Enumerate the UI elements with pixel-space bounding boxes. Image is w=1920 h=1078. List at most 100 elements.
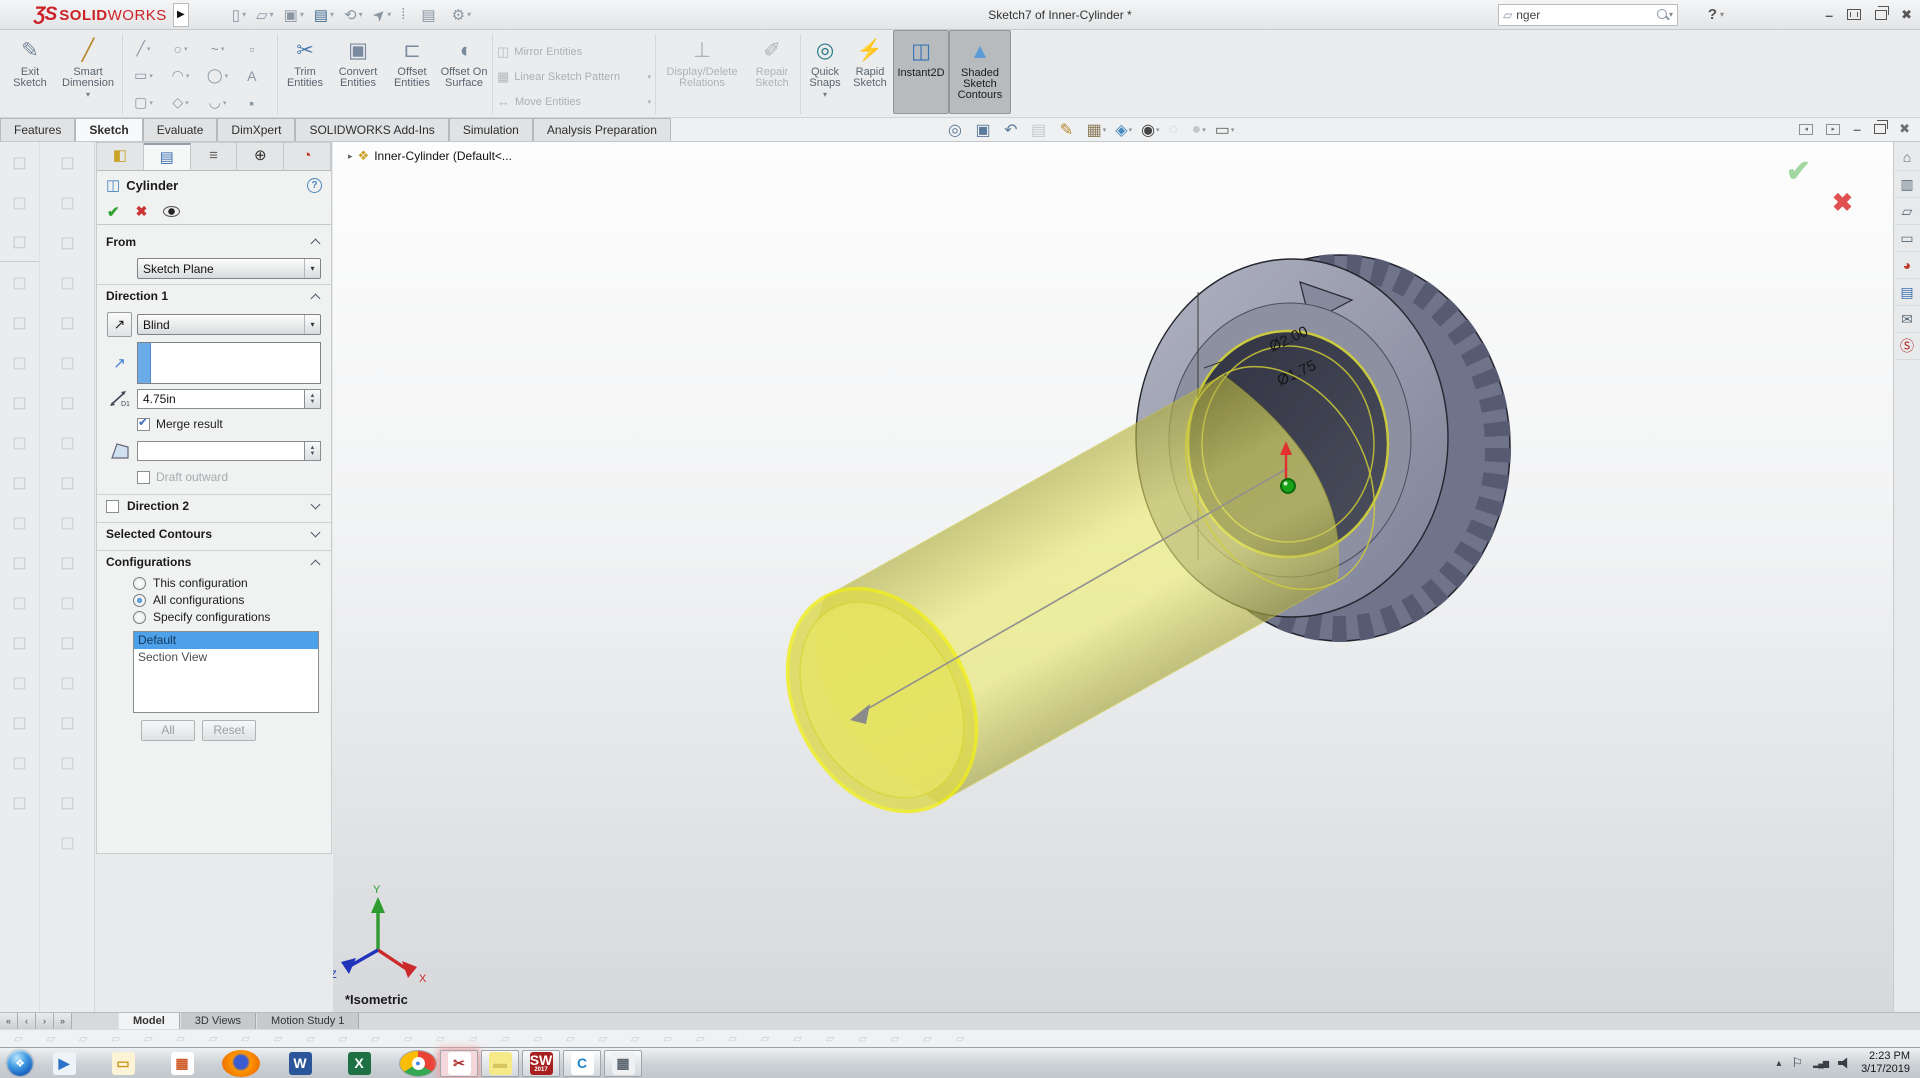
tab-model[interactable]: Model (118, 1013, 180, 1029)
toolbar-icon[interactable]: ◻ (0, 142, 39, 182)
shaded-sketch-contours-button[interactable]: ▲ Shaded Sketch Contours (949, 30, 1011, 114)
reset-button[interactable]: Reset (202, 720, 256, 741)
radio-all-configurations[interactable]: All configurations (133, 593, 321, 607)
toolbar-icon[interactable]: ◻ (41, 222, 94, 262)
start-button[interactable]: ❖ (7, 1050, 33, 1076)
from-dropdown[interactable]: Sketch Plane ▾ (137, 258, 321, 279)
print-icon[interactable]: ▤ ▾ (311, 6, 337, 24)
toolbar-icon[interactable]: ◻ (41, 622, 94, 662)
toolbar-icon[interactable]: ◻ (41, 822, 94, 862)
taskbar-chrome[interactable]: ● (399, 1049, 437, 1077)
view-orientation-icon[interactable]: ◈ ▾ (1115, 120, 1132, 140)
section-from[interactable]: From (97, 230, 331, 253)
new-document-icon[interactable]: ▯ ▾ (229, 6, 249, 24)
tab-simulation[interactable]: Simulation (448, 118, 533, 141)
custom-properties-icon[interactable]: ▤ (1894, 279, 1920, 306)
offset-on-surface-button[interactable]: ◖ Offset On Surface (438, 30, 490, 114)
config-item-default[interactable]: Default (134, 632, 318, 649)
taskbar-snipping-tool[interactable]: ✂ (440, 1049, 478, 1077)
tab-configurationmanager[interactable]: ≡ (190, 143, 238, 170)
toolbar-icon[interactable]: ◻ (0, 222, 39, 262)
action-center-flag-icon[interactable]: ⚐ (1791, 1055, 1803, 1071)
config-item-section-view[interactable]: Section View (134, 649, 318, 666)
network-signal-icon[interactable]: ▂▄▆ (1813, 1059, 1829, 1068)
toolbar-icon[interactable]: ◻ (41, 662, 94, 702)
home-icon[interactable]: ⌂ (1894, 144, 1920, 171)
linear-sketch-pattern-button[interactable]: ▦ Linear Sketch Pattern ▾ (495, 64, 653, 89)
toolbar-icon[interactable]: ◻ (0, 662, 39, 702)
expand-arrow-icon[interactable]: ▸ (348, 151, 353, 162)
mirror-entities-button[interactable]: ◫Mirror Entities▾ (495, 39, 653, 64)
tab-analysis-preparation[interactable]: Analysis Preparation (532, 118, 671, 141)
appearances-icon[interactable]: ◕ (1894, 252, 1920, 279)
trim-entities-button[interactable]: ✂ Trim Entities (280, 30, 330, 114)
part-name[interactable]: Inner-Cylinder (Default<... (374, 149, 512, 163)
end-condition-dropdown[interactable]: Blind ▾ (137, 314, 321, 335)
view-palette-icon[interactable]: ▭ (1894, 225, 1920, 252)
all-button[interactable]: All (141, 720, 195, 741)
previous-pane-icon[interactable]: ◂ (1799, 123, 1814, 135)
taskbar-media-player[interactable]: ▶ (45, 1050, 83, 1077)
arc-tool-icon[interactable]: ◠ ▾ (162, 62, 199, 89)
taskbar-excel[interactable]: X (340, 1050, 378, 1077)
tab-displaymanager[interactable]: ◔ (284, 143, 331, 170)
panel-help-icon[interactable]: ? (307, 177, 322, 193)
tab-solidworks-add-ins[interactable]: SOLIDWORKS Add-Ins (295, 118, 449, 141)
help-icon[interactable]: ? (1708, 6, 1717, 23)
circle-tool-icon[interactable]: ○ ▾ (162, 35, 199, 62)
taskbar-sticky-notes[interactable]: ▬ (481, 1049, 519, 1077)
toolbar-icon[interactable]: ◻ (0, 342, 39, 382)
next-pane-icon[interactable]: ▸ (1826, 123, 1841, 135)
forum-icon[interactable]: ✉ (1894, 306, 1920, 333)
annotation-visibility-icon[interactable]: ✎▾ (1060, 120, 1078, 140)
depth-field[interactable]: 4.75in (137, 389, 305, 409)
draft-angle-spinner[interactable]: ▲ ▼ (305, 441, 321, 461)
partial-entities-icon[interactable]: ▫▾ (236, 35, 273, 62)
toolbar-icon[interactable]: ◻ (41, 542, 94, 582)
section-direction-1[interactable]: Direction 1 (97, 284, 331, 307)
undo-icon[interactable]: ⟲ ▾ (341, 6, 366, 24)
toolbar-icon[interactable]: ◻ (0, 422, 39, 462)
display-delete-relations-button[interactable]: ⊥ Display/Delete Relations (658, 30, 746, 114)
graphics-viewport[interactable]: Ø2.00 Ø1.75 Y X Z ▸ ❖ Inner-Cylinder (De… (333, 142, 1893, 1012)
tab-motion-study-1[interactable]: Motion Study 1 (256, 1013, 360, 1029)
draft-angle-field[interactable] (137, 441, 305, 461)
ok-button[interactable]: ✔ (107, 203, 120, 221)
search-input[interactable] (1516, 7, 1656, 22)
doc-restore-button[interactable] (1874, 120, 1889, 134)
confirm-cancel-icon[interactable]: ✖ (1832, 188, 1853, 218)
toolbar-icon[interactable]: ◻ (0, 702, 39, 742)
tab-dimxpert[interactable]: DimXpert (217, 118, 296, 141)
quick-snaps-button[interactable]: ◎ Quick Snaps ▾ (803, 30, 847, 114)
point-tool-icon[interactable]: ▪▾ (236, 89, 273, 116)
toolbar-icon[interactable]: ◻ (41, 142, 94, 182)
doc-minimize-button[interactable]: – (1853, 121, 1861, 137)
options-gear-icon[interactable]: ⚙ ▾ (449, 6, 474, 24)
toolbar-icon[interactable]: ◻ (0, 502, 39, 542)
task-pane-list-icon[interactable]: ▤▾ (418, 6, 444, 24)
section-configurations[interactable]: Configurations (97, 550, 331, 573)
close-button[interactable]: ✖ (1901, 7, 1912, 23)
taskbar-app-grid[interactable]: ▦ (163, 1050, 201, 1077)
toolbar-icon[interactable]: ◻ (41, 302, 94, 342)
line-tool-icon[interactable]: ╱ ▾ (125, 35, 162, 62)
convert-entities-button[interactable]: ▣ Convert Entities (330, 30, 386, 114)
taskbar-solidworks-2017[interactable]: SW 2017 (522, 1049, 560, 1077)
toolbar-icon[interactable]: ◻ (0, 782, 39, 822)
direction-reference-field[interactable] (137, 342, 321, 384)
confirm-ok-icon[interactable]: ✔ (1786, 154, 1811, 189)
hide-show-items-icon[interactable]: ◌▾ (1169, 121, 1183, 139)
polygon-tool-icon[interactable]: ◇ ▾ (162, 89, 199, 116)
solidworks-resources-icon[interactable]: Ⓢ (1894, 333, 1920, 360)
prev-button[interactable]: ‹ (18, 1013, 36, 1029)
section-selected-contours[interactable]: Selected Contours (97, 522, 331, 545)
minimize-button[interactable]: – (1825, 7, 1833, 23)
repair-sketch-button[interactable]: ✐ Repair Sketch (746, 30, 798, 114)
file-explorer-icon[interactable]: ▱ (1894, 198, 1920, 225)
toolbar-icon[interactable]: ◻ (0, 262, 39, 302)
taskbar-firefox[interactable]: ● (222, 1049, 260, 1077)
view-settings-icon[interactable]: ▭ ▾ (1215, 120, 1235, 140)
zoom-to-fit-icon[interactable]: ◎▾ (948, 120, 966, 140)
tab-evaluate[interactable]: Evaluate (142, 118, 218, 141)
save-icon[interactable]: ▣ ▾ (281, 6, 307, 24)
